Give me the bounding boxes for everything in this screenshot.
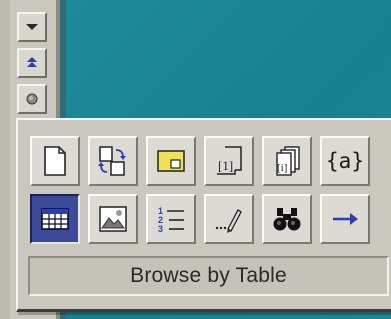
browse-by-edits-button[interactable] [204, 194, 254, 244]
find-icon [273, 208, 301, 231]
find-button[interactable] [262, 194, 312, 244]
heading-icon: 1 2 3 [158, 206, 184, 234]
svg-text:[1]: [1] [218, 158, 233, 173]
browse-by-footnote-button[interactable]: [1] [204, 136, 254, 186]
go-to-icon [333, 213, 358, 225]
select-browse-object-palette: [1] [i] {a} 1 2 3 Browse by Table [16, 118, 391, 315]
browse-by-table-button[interactable] [30, 194, 80, 244]
browse-by-section-button[interactable] [88, 136, 138, 186]
go-to-button[interactable] [320, 194, 370, 244]
endnote-icon: [i] [276, 146, 300, 176]
field-icon: {a} [326, 149, 364, 173]
browse-by-endnote-button[interactable]: [i] [262, 136, 312, 186]
browse-by-field-button[interactable]: {a} [320, 136, 370, 186]
svg-text:[i]: [i] [277, 162, 287, 174]
section-icon [98, 146, 126, 176]
browse-object-status: Browse by Table [28, 256, 389, 296]
edits-icon [215, 209, 242, 233]
table-icon [41, 208, 69, 230]
scroll-down-icon [26, 24, 38, 30]
graphic-icon [99, 206, 127, 232]
select-browse-object-button[interactable] [17, 84, 47, 114]
browse-by-graphic-button[interactable] [88, 194, 138, 244]
browse-by-heading-button[interactable]: 1 2 3 [146, 194, 196, 244]
previous-object-button[interactable] [17, 48, 47, 78]
comment-icon [157, 150, 185, 172]
page-icon [44, 146, 66, 176]
browse-by-page-button[interactable] [30, 136, 80, 186]
svg-text:3: 3 [158, 224, 163, 234]
scroll-down-button[interactable] [17, 12, 47, 42]
footnote-icon: [1] [217, 146, 242, 175]
previous-object-icon [27, 57, 37, 67]
select-browse-object-icon [26, 93, 38, 105]
browse-by-comment-button[interactable] [146, 136, 196, 186]
